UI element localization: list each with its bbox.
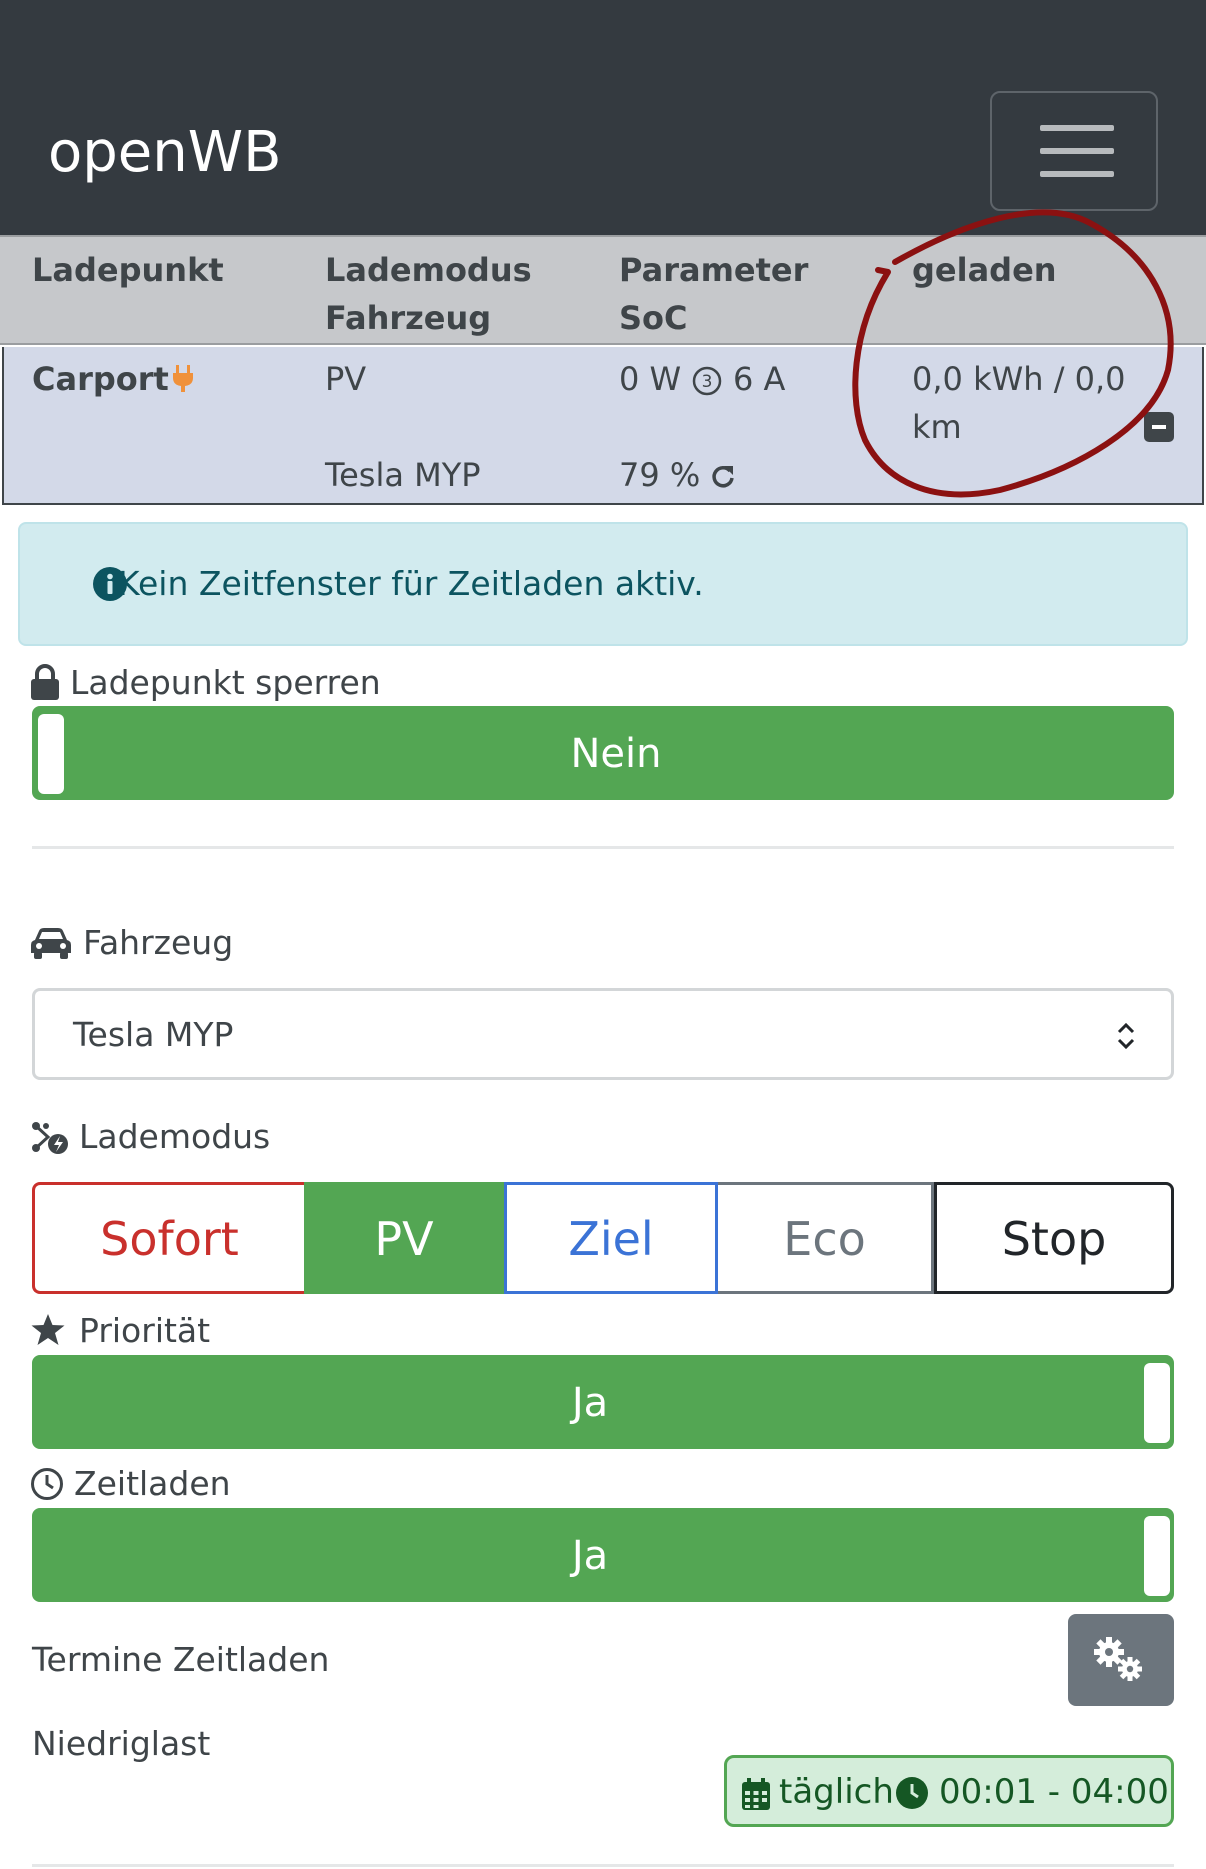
header-fahrzeug: Fahrzeug — [325, 299, 492, 337]
vehicle-select[interactable]: Tesla MYP — [32, 988, 1174, 1080]
soc-value: 79 % — [619, 456, 701, 494]
charge-mode-label: Lademodus — [79, 1117, 271, 1156]
charged-energy: 0,0 kWh / 0,0 — [912, 360, 1126, 398]
mode-eco-button[interactable]: Eco — [718, 1182, 934, 1294]
time-charging-toggle[interactable]: Ja — [32, 1508, 1174, 1602]
mode-pv-button[interactable]: PV — [304, 1182, 504, 1294]
hamburger-bar — [1040, 171, 1114, 177]
priority-label: Priorität — [79, 1311, 211, 1350]
priority-toggle-label: Ja — [571, 1380, 609, 1426]
star-icon — [31, 1314, 65, 1345]
header-geladen: geladen — [912, 251, 1057, 289]
divider — [32, 1864, 1174, 1867]
car-icon — [31, 928, 71, 959]
charged-distance: km — [912, 408, 962, 446]
power-value: 0 W — [619, 360, 682, 398]
lock-label: Ladepunkt sperren — [70, 663, 381, 702]
header-lademodus: Lademodus — [325, 251, 532, 289]
charge-mode-group: Sofort PV Ziel Eco Stop — [32, 1182, 1174, 1294]
lock-toggle[interactable]: Nein — [32, 706, 1174, 800]
charge-mode-value: PV — [325, 360, 367, 398]
clock-icon — [31, 1468, 63, 1500]
vehicle-label: Fahrzeug — [83, 923, 234, 962]
collapse-button[interactable] — [1144, 412, 1174, 442]
hamburger-bar — [1040, 125, 1114, 131]
schedule-time-range: 00:01 - 04:00 — [939, 1772, 1169, 1812]
schedule-badge[interactable]: täglich 00:01 - 04:00 — [724, 1755, 1174, 1827]
calendar-icon — [742, 1778, 770, 1810]
phases-circle-icon: 3 — [692, 366, 722, 396]
vehicle-select-value: Tesla MYP — [73, 1015, 234, 1054]
header-parameter: Parameter — [619, 251, 809, 289]
toggle-knob — [1144, 1516, 1170, 1596]
hamburger-bar — [1040, 148, 1114, 154]
current-value: 6 A — [733, 360, 786, 398]
schedule-frequency: täglich — [779, 1772, 894, 1812]
hamburger-menu-icon[interactable] — [990, 91, 1158, 211]
time-charging-toggle-label: Ja — [571, 1533, 609, 1579]
schedule-settings-button[interactable] — [1068, 1614, 1174, 1706]
mode-stop-button[interactable]: Stop — [934, 1182, 1174, 1294]
time-charging-label: Zeitladen — [74, 1464, 231, 1503]
alert-text: Kein Zeitfenster für Zeitladen aktiv. — [118, 564, 704, 603]
divider — [32, 846, 1174, 849]
lock-icon — [31, 664, 59, 700]
select-chevron-icon — [1117, 1022, 1135, 1050]
plug-icon — [173, 365, 193, 392]
phases-count: 3 — [702, 372, 713, 392]
refresh-icon[interactable] — [710, 463, 736, 489]
header-soc: SoC — [619, 299, 688, 337]
mode-ziel-button[interactable]: Ziel — [504, 1182, 718, 1294]
toggle-knob — [1144, 1363, 1170, 1443]
priority-toggle[interactable]: Ja — [32, 1355, 1174, 1449]
navbar: openWB — [0, 0, 1206, 235]
gears-icon — [1094, 1637, 1142, 1681]
lock-toggle-label: Nein — [570, 731, 662, 777]
toggle-knob — [38, 714, 64, 794]
vehicle-value: Tesla MYP — [325, 456, 481, 494]
charge-mode-icon — [32, 1122, 68, 1154]
badge-clock-icon — [896, 1777, 928, 1809]
mode-sofort-button[interactable]: Sofort — [32, 1182, 304, 1294]
brand-title[interactable]: openWB — [48, 118, 282, 188]
header-ladepunkt: Ladepunkt — [32, 251, 224, 289]
schedules-title: Termine Zeitladen — [32, 1640, 330, 1679]
schedule-plan-name: Niedriglast — [32, 1724, 211, 1763]
chargepoint-name: Carport — [32, 360, 169, 398]
